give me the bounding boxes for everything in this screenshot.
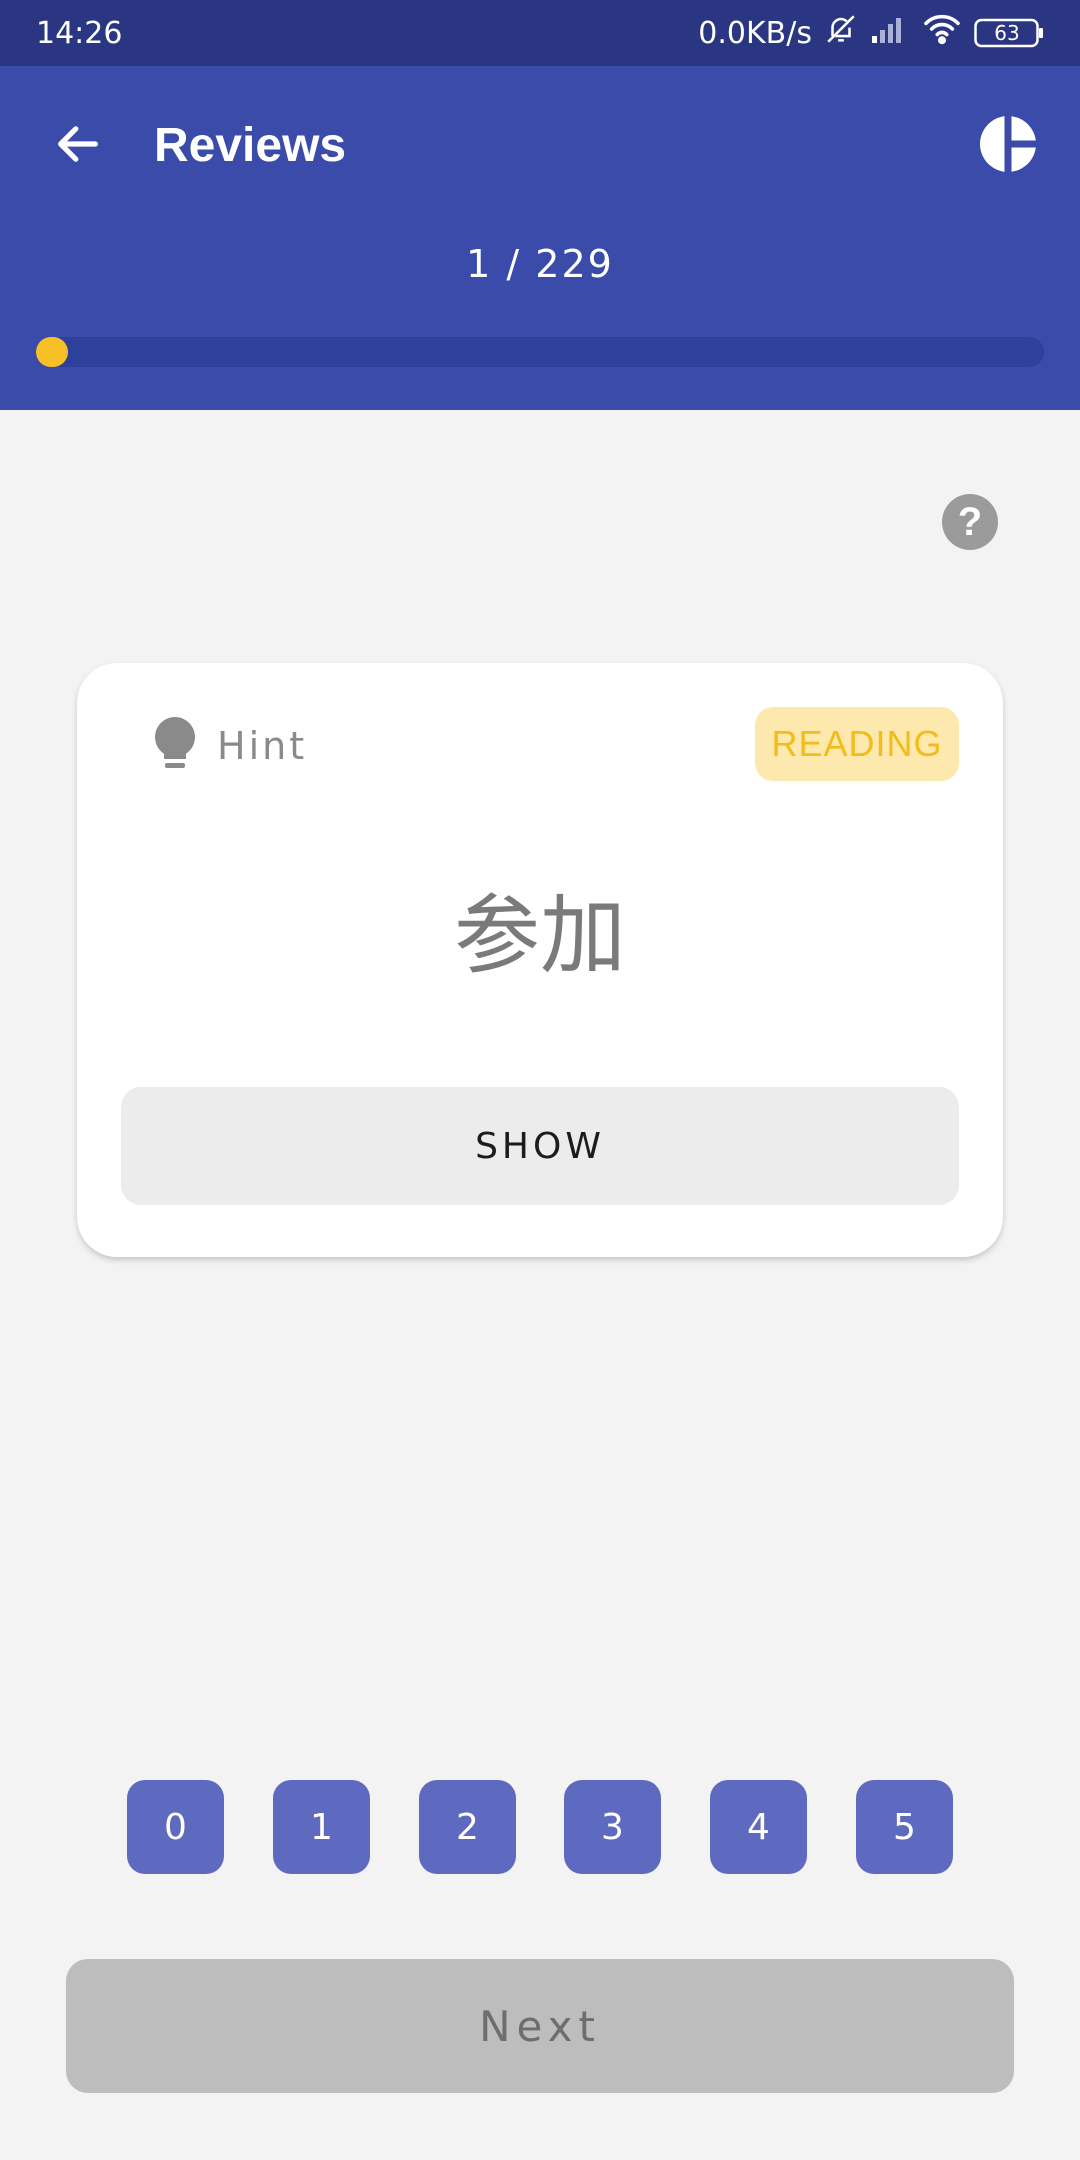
- arrow-left-icon: [52, 118, 104, 174]
- progress-bar: [36, 337, 1044, 367]
- grade-button-2[interactable]: 2: [419, 1780, 516, 1874]
- page-title: Reviews: [154, 119, 347, 172]
- stats-button[interactable]: [972, 110, 1044, 182]
- bell-off-icon: [824, 12, 858, 54]
- question-icon: ?: [957, 499, 983, 544]
- network-speed: 0.0KB/s: [698, 15, 812, 51]
- lightbulb-icon: [153, 715, 197, 777]
- pie-chart-icon: [979, 115, 1037, 177]
- kanji-prompt: 参加: [454, 886, 626, 986]
- help-button[interactable]: ?: [942, 494, 998, 550]
- status-bar: 14:26 0.0KB/s 63: [0, 0, 1080, 66]
- grade-button-4[interactable]: 4: [710, 1780, 807, 1874]
- signal-icon: [870, 14, 910, 52]
- show-button[interactable]: SHOW: [121, 1087, 959, 1205]
- status-icons: 0.0KB/s 63: [698, 12, 1044, 54]
- status-time: 14:26: [36, 15, 123, 51]
- flashcard: Hint READING 参加 SHOW: [77, 663, 1003, 1257]
- next-button[interactable]: Next: [66, 1959, 1014, 2093]
- wifi-icon: [922, 13, 962, 53]
- battery-icon: 63: [974, 18, 1044, 48]
- hint-label: Hint: [217, 724, 308, 768]
- grade-button-5[interactable]: 5: [856, 1780, 953, 1874]
- back-button[interactable]: [42, 110, 114, 182]
- grade-button-0[interactable]: 0: [127, 1780, 224, 1874]
- hint-button[interactable]: Hint: [153, 715, 307, 777]
- grade-button-1[interactable]: 1: [273, 1780, 370, 1874]
- review-counter: 1 / 229: [466, 242, 614, 286]
- battery-level: 63: [994, 21, 1020, 45]
- grade-button-3[interactable]: 3: [564, 1780, 661, 1874]
- reading-badge: READING: [755, 707, 959, 781]
- grade-buttons: 0 1 2 3 4 5: [127, 1780, 953, 1874]
- progress-fill: [36, 337, 68, 367]
